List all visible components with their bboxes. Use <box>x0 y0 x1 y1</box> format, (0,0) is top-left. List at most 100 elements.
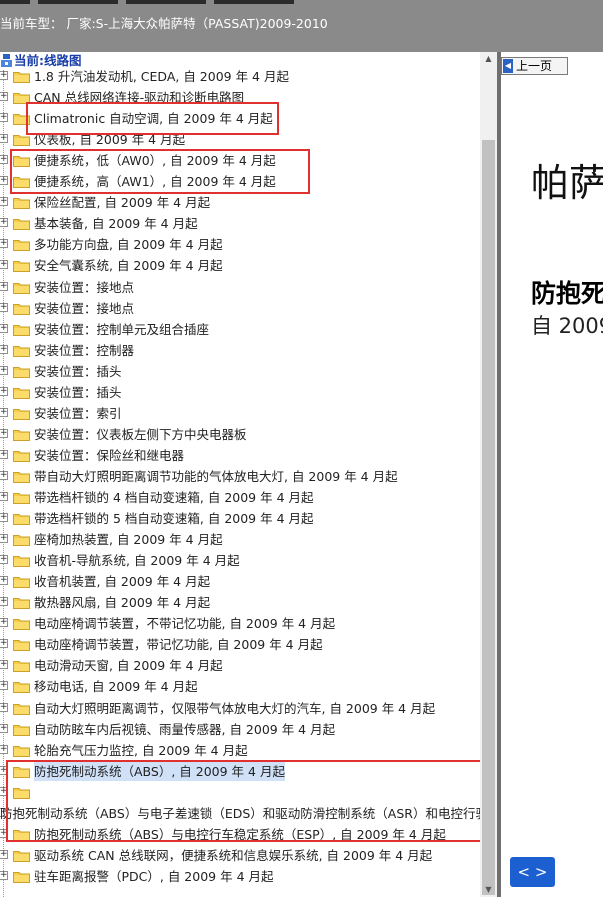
tab-1[interactable] <box>0 0 30 4</box>
folder-icon <box>13 219 30 231</box>
plus-box-icon[interactable]: + <box>0 260 8 270</box>
folder-icon <box>13 282 30 294</box>
folder-icon <box>13 514 30 526</box>
plus-box-icon[interactable]: + <box>0 176 8 186</box>
tree-item-label: 多功能方向盘, 自 2009 年 4 月起 <box>34 237 223 253</box>
root-node-icon <box>1 54 12 67</box>
tree-item-label: 驻车距离报警（PDC）, 自 2009 年 4 月起 <box>34 868 274 884</box>
scroll-up-arrow-icon[interactable]: ▲ <box>480 52 497 66</box>
folder-icon <box>13 577 30 589</box>
document-pane: ◀上一页 帕萨特 防抱死制动系统 自 2009 年 4 月起 < > <box>501 52 603 897</box>
tree-item-label: 散热器风扇, 自 2009 年 4 月起 <box>34 595 211 611</box>
plus-box-icon[interactable]: + <box>0 639 8 649</box>
tree-item-label: 收音机装置, 自 2009 年 4 月起 <box>34 574 211 590</box>
left-arrow-icon: ◀ <box>503 59 513 73</box>
folder-icon <box>13 345 30 357</box>
folder-icon <box>13 240 30 252</box>
folder-icon <box>13 303 30 315</box>
tree-item-label: 基本装备, 自 2009 年 4 月起 <box>34 216 198 232</box>
folder-icon <box>13 703 30 715</box>
tree-item-label: 座椅加热装置, 自 2009 年 4 月起 <box>34 532 223 548</box>
highlight-abs <box>6 760 480 842</box>
plus-box-icon[interactable]: + <box>0 576 8 586</box>
tree-item-label: 安装位置：索引 <box>34 405 122 421</box>
plus-box-icon[interactable]: + <box>0 449 8 459</box>
plus-box-icon[interactable]: + <box>0 386 8 396</box>
tree-item-label: 安装位置：插头 <box>34 363 122 379</box>
folder-icon <box>13 661 30 673</box>
plus-box-icon[interactable]: + <box>0 365 8 375</box>
document-date: 自 2009 年 4 月起 <box>531 314 603 338</box>
tree-scrollbar[interactable]: ▲ ▼ <box>480 52 497 897</box>
plus-box-icon[interactable]: + <box>0 302 8 312</box>
plus-box-icon[interactable]: + <box>0 71 8 80</box>
tree-item-label: 驱动系统 CAN 总线联网，便捷系统和信息娱乐系统, 自 2009 年 4 月起 <box>34 847 433 863</box>
plus-box-icon[interactable]: + <box>0 323 8 333</box>
plus-box-icon[interactable]: + <box>0 702 8 712</box>
tree-item-label: 电动座椅调节装置，带记忆功能, 自 2009 年 4 月起 <box>34 637 323 653</box>
folder-icon <box>13 640 30 652</box>
tree-item-label: 1.8 升汽油发动机, CEDA, 自 2009 年 4 月起 <box>34 69 289 84</box>
plus-box-icon[interactable]: + <box>0 849 8 859</box>
plus-box-icon[interactable]: + <box>0 197 8 207</box>
folder-icon <box>13 261 30 273</box>
page-nav-button[interactable]: < > <box>510 857 555 887</box>
plus-box-icon[interactable]: + <box>0 618 8 628</box>
plus-box-icon[interactable]: + <box>0 155 8 165</box>
folder-icon <box>13 387 30 399</box>
folder-icon <box>13 429 30 441</box>
tree-item-label: 安装位置：控制器 <box>34 342 135 358</box>
plus-box-icon[interactable]: + <box>0 407 8 417</box>
tree-item-label: 安装位置：接地点 <box>34 300 135 316</box>
plus-box-icon[interactable]: + <box>0 134 8 144</box>
plus-box-icon[interactable]: + <box>0 597 8 607</box>
plus-box-icon[interactable]: + <box>0 534 8 544</box>
plus-box-icon[interactable]: + <box>0 470 8 480</box>
tab-2[interactable] <box>38 0 118 4</box>
folder-icon <box>13 745 30 757</box>
folder-icon <box>13 198 30 210</box>
header-bar: 当前车型： 厂家:S-上海大众帕萨特（PASSAT)2009-2010 <box>0 0 603 52</box>
plus-box-icon[interactable]: + <box>0 681 8 691</box>
tab-3[interactable] <box>126 0 206 4</box>
plus-box-icon[interactable]: + <box>0 744 8 754</box>
tree-item-label: 安装位置：插头 <box>34 384 122 400</box>
plus-box-icon[interactable]: + <box>0 113 8 123</box>
folder-icon <box>13 471 30 483</box>
plus-box-icon[interactable]: + <box>0 344 8 354</box>
tree-item-label: 安全气囊系统, 自 2009 年 4 月起 <box>34 258 223 274</box>
scroll-down-arrow-icon[interactable]: ▼ <box>480 883 497 897</box>
tree-item-label: 收音机-导航系统, 自 2009 年 4 月起 <box>34 553 240 569</box>
scrollbar-thumb[interactable] <box>482 140 495 895</box>
plus-box-icon[interactable]: + <box>0 492 8 501</box>
plus-box-icon[interactable]: + <box>0 513 8 523</box>
plus-box-icon[interactable]: + <box>0 92 8 102</box>
previous-page-button[interactable]: ◀ 上一页 <box>501 57 568 75</box>
tree-item-label: 移动电话, 自 2009 年 4 月起 <box>34 679 198 695</box>
folder-icon <box>13 366 30 378</box>
current-vehicle-title: 当前车型： 厂家:S-上海大众帕萨特（PASSAT)2009-2010 <box>0 16 328 31</box>
plus-box-icon[interactable]: + <box>0 870 8 880</box>
plus-box-icon[interactable]: + <box>0 239 8 249</box>
wiring-tree-pane[interactable]: 当前:线路图 +1.8 升汽油发动机, CEDA, 自 2009 年 4 月起 +… <box>0 52 480 897</box>
tree-item-label: 安装位置：接地点 <box>34 279 135 295</box>
previous-page-label: 上一页 <box>516 59 553 73</box>
tree-item-label: 安装位置：保险丝和继电器 <box>34 447 185 463</box>
tree-item-label: 带自动大灯照明距离调节功能的气体放电大灯, 自 2009 年 4 月起 <box>34 468 398 484</box>
folder-icon <box>13 72 30 83</box>
plus-box-icon[interactable]: + <box>0 660 8 670</box>
folder-icon <box>13 408 30 420</box>
folder-icon <box>13 493 30 504</box>
tree-item-label: 安装位置：仪表板左侧下方中央电器板 <box>34 426 247 442</box>
folder-icon <box>13 850 30 862</box>
plus-box-icon[interactable]: + <box>0 555 8 565</box>
plus-box-icon[interactable]: + <box>0 428 8 438</box>
plus-box-icon[interactable]: + <box>0 218 8 228</box>
folder-icon <box>13 535 30 547</box>
tree-item-label: 安装位置：控制单元及组合插座 <box>34 321 210 337</box>
plus-box-icon[interactable]: + <box>0 723 8 733</box>
tree-item-label: 自动大灯照明距离调节，仅限带气体放电大灯的汽车, 自 2009 年 4 月起 <box>34 700 436 716</box>
tab-4[interactable] <box>214 0 294 4</box>
document-subtitle: 防抱死制动系统 <box>531 279 603 308</box>
plus-box-icon[interactable]: + <box>0 281 8 291</box>
